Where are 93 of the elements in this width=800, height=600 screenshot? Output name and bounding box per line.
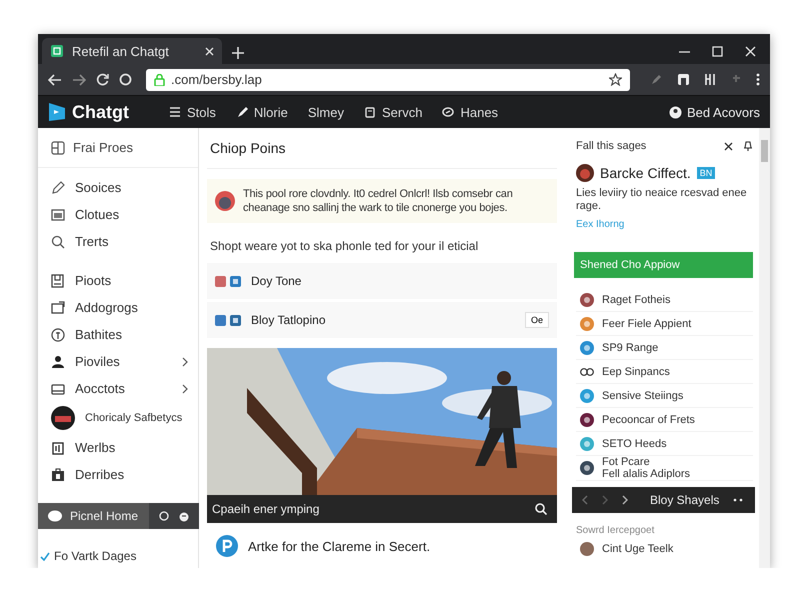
panel-item[interactable]: Raget Fotheis [576,288,753,312]
avatar [51,406,75,430]
prompt-text: Shopt weare yot to ska phonle ted for your il eticial [210,239,480,253]
page-icon [50,44,64,58]
sidebar-item[interactable]: Derribes [38,461,198,488]
previous-icon[interactable] [582,495,588,505]
panel-item[interactable]: Pecooncar of Frets [576,408,753,432]
sidebar-item[interactable]: Clotues [38,201,198,228]
nav-link[interactable]: Nlorie [236,104,288,120]
sidebar-item[interactable]: Addogrogs [38,294,198,321]
avatar [215,191,235,211]
p-logo-icon [216,535,238,557]
section-title: Frai Proes [73,140,133,155]
chevron-right-icon [182,384,188,394]
check-icon[interactable] [40,552,50,560]
badge: BN [696,167,716,179]
panel-item[interactable]: SETO Heeds [576,432,753,456]
profile-name: Barcke Ciffect. [600,165,691,181]
sidebar-item[interactable]: Aocctots [38,375,198,402]
user-icon [669,106,682,118]
logo-icon [48,102,66,122]
avatar [580,436,594,450]
search-icon[interactable] [535,503,547,515]
panel-item[interactable]: SP9 Range [576,336,753,360]
sidebar-item[interactable]: Choricaly Safbetycs [38,402,198,434]
pencil-icon [51,180,65,194]
pin-icon[interactable] [743,141,753,151]
avatar [580,316,594,330]
section-label: Sowrd Iercepgoet [576,525,656,536]
sidebar-item[interactable]: Picnel Home [38,503,149,529]
person-icon [51,354,65,368]
nav-link[interactable]: Slmey [308,104,344,120]
list-row[interactable]: Doy Tone [207,263,557,299]
avatar [576,164,594,182]
caption-text: Cpaeih ener ymping [212,502,320,516]
browser-tab[interactable]: Retefil an Chatgt [42,38,222,64]
search-icon [51,234,65,248]
avatar [580,461,594,475]
panel-item[interactable]: Cint Uge Teelk [602,543,674,555]
sidebar-item[interactable]: Pioviles [38,348,198,375]
sidebar-item[interactable]: Bathites [38,321,198,348]
profile-description: Lies leviiry tio neaice rcesvad enee rage. [576,187,748,213]
avatar [580,412,594,426]
chevron-right-icon [182,356,188,366]
sidebar-item[interactable]: Pioots [38,267,198,294]
pen-icon [236,106,248,118]
maximize-icon[interactable] [712,46,723,57]
sidebar-item[interactable]: Sooices [38,174,198,201]
document-icon [364,106,376,118]
bag-icon [51,468,65,482]
account-button[interactable]: Bed Acovors [669,104,760,120]
more-icon[interactable] [733,498,744,502]
page-title: Chiop Poins [207,128,557,169]
list-icon [169,106,181,118]
card-icon [51,382,65,396]
player-title: Bloy Shayels [650,493,720,507]
app-icon [230,314,241,326]
forward-icon[interactable] [72,74,86,86]
pen-icon[interactable] [650,73,663,86]
avatar [215,276,226,286]
back-icon[interactable] [48,74,62,86]
reload-icon[interactable] [96,73,109,86]
scrollbar[interactable] [759,128,770,568]
sidebar-item[interactable]: Fo Vartk Dages [54,549,136,563]
nav-link[interactable]: Stols [169,104,216,120]
menu-icon[interactable] [756,73,760,86]
sidebar-item[interactable]: Trerts [38,228,198,255]
panel-item[interactable]: Fot Pcare Fell alalis Adiplors [576,456,753,481]
nav-link[interactable]: Servch [364,104,422,120]
avatar [580,292,594,306]
panel-item[interactable]: Eep Sinpancs [576,360,753,384]
panel-item[interactable]: Sensive Steiings [576,384,753,408]
avatar [580,340,594,354]
circle-icon[interactable] [159,510,169,520]
article-title[interactable]: Artke for the Clareme in Secert. [248,538,430,554]
close-icon[interactable] [724,142,733,150]
avatar [580,542,594,556]
notice-text: This pool rore clovdnly. It0 cedrel Onlcrl! Ilsb comsebr can cheanage sno sallinj the wark to tile cnonerge you bojes. [243,187,514,215]
nav-link[interactable]: Hanes [442,104,498,120]
brand-name: Chatgt [72,102,129,122]
panel-title: Fall this sages [576,140,648,152]
file-icon [51,274,65,288]
list-row[interactable]: Bloy Tatlopino Oe [207,302,557,338]
avatar [215,314,226,326]
plus-icon[interactable] [232,47,244,59]
star-icon[interactable] [609,73,622,86]
avatar [580,388,594,402]
address-field[interactable]: .com/bersby.lap [146,68,630,90]
small-button[interactable]: Oe [524,312,549,328]
app-icon [230,276,241,286]
panel-item[interactable]: Feer Fiele Appient [576,312,753,336]
sidebar-item[interactable]: Werlbs [38,434,198,461]
lock-icon [154,74,165,86]
